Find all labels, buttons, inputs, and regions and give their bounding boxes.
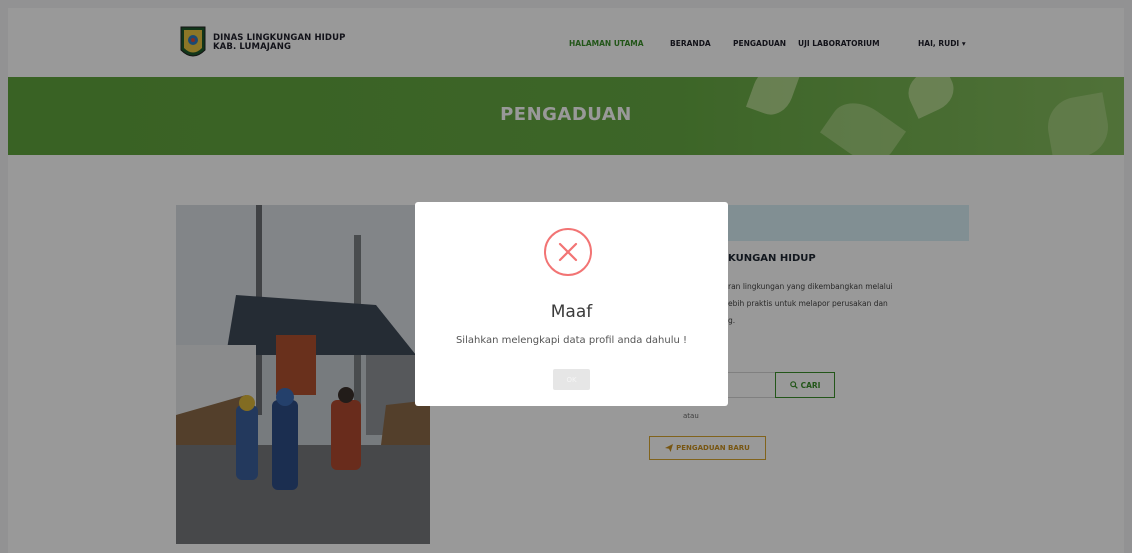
x-circle-icon (544, 228, 592, 276)
x-mark-icon (558, 242, 578, 262)
alert-title: Maaf (550, 302, 593, 322)
alert-dialog: Maaf Silahkan melengkapi data profil and… (415, 202, 728, 406)
alert-message: Silahkan melengkapi data profil anda dah… (455, 335, 688, 346)
ok-button[interactable]: OK (553, 369, 590, 390)
